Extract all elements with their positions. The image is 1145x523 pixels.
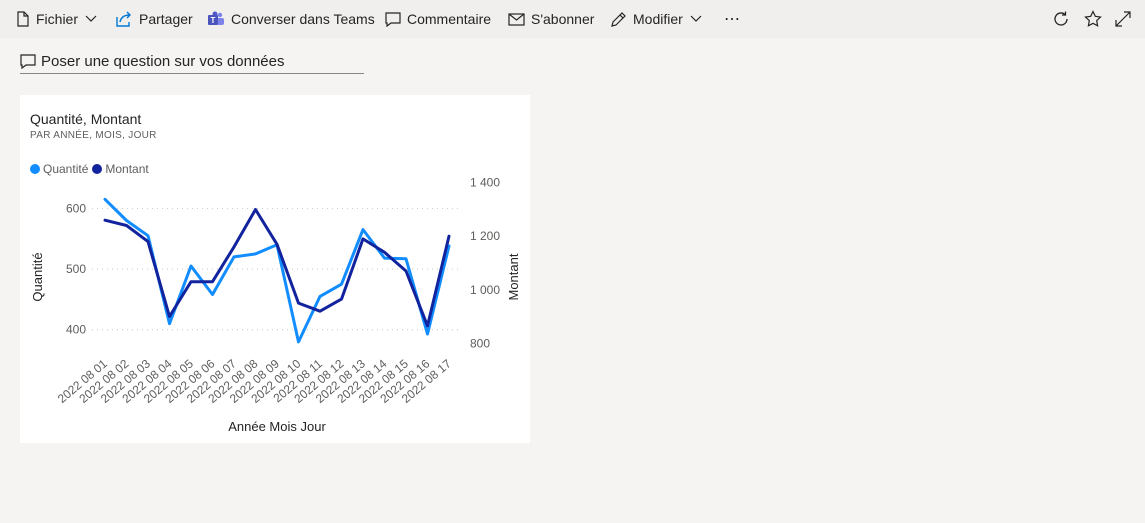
chevron-down-icon — [690, 15, 702, 22]
x-axis-title: Année Mois Jour — [228, 419, 326, 434]
y-left-axis-title: Quantité — [30, 252, 45, 301]
y-left-tick-label: 600 — [66, 201, 86, 215]
teams-icon: T — [208, 11, 224, 25]
share-button[interactable]: Partager — [115, 0, 193, 38]
file-menu-button[interactable]: Fichier — [16, 0, 97, 38]
subscribe-label: S'abonner — [531, 11, 595, 27]
chat-icon — [20, 54, 36, 69]
y-right-tick-label: 800 — [470, 336, 490, 350]
comment-label: Commentaire — [407, 11, 492, 27]
share-label: Partager — [139, 11, 193, 27]
y-left-tick-label: 500 — [66, 262, 86, 276]
more-options-button[interactable]: ⋯ — [724, 0, 740, 38]
series-line-montant — [103, 208, 451, 328]
refresh-icon — [1054, 11, 1068, 26]
teams-chat-button[interactable]: T Converser dans Teams — [207, 0, 375, 38]
fullscreen-button[interactable] — [1115, 0, 1131, 38]
comment-button[interactable]: Commentaire — [385, 0, 491, 38]
more-icon: ⋯ — [724, 11, 740, 28]
y-right-tick-label: 1 400 — [470, 176, 500, 190]
qa-placeholder: Poser une question sur vos données — [41, 53, 285, 70]
y-right-tick-label: 1 200 — [470, 229, 500, 243]
file-icon — [17, 11, 29, 27]
refresh-button[interactable] — [1052, 0, 1070, 38]
edit-menu-button[interactable]: Modifier — [610, 0, 702, 38]
edit-menu-label: Modifier — [633, 11, 683, 27]
favorite-button[interactable] — [1084, 0, 1102, 38]
line-chart: 4005006008001 0001 2001 4002022 08 01202… — [30, 176, 521, 434]
file-menu-label: Fichier — [36, 11, 79, 27]
pencil-icon — [611, 11, 626, 27]
svg-text:T: T — [211, 16, 216, 25]
top-toolbar: Fichier Partager T Converser dans Teams … — [0, 0, 1145, 38]
teams-chat-label: Converser dans Teams — [231, 11, 375, 27]
y-left-tick-label: 400 — [66, 323, 86, 337]
qa-question-box[interactable]: Poser une question sur vos données — [20, 50, 364, 74]
chart-tile[interactable]: Quantité, Montant PAR ANNÉE, MOIS, JOUR … — [20, 95, 530, 443]
comment-icon — [385, 11, 401, 27]
subscribe-button[interactable]: S'abonner — [508, 0, 594, 38]
chevron-down-icon — [85, 15, 97, 22]
expand-icon — [1115, 11, 1131, 27]
share-icon — [116, 11, 131, 27]
y-right-tick-label: 1 000 — [470, 283, 500, 297]
mail-icon — [508, 12, 525, 26]
y-right-axis-title: Montant — [506, 253, 521, 300]
star-icon — [1084, 10, 1102, 27]
